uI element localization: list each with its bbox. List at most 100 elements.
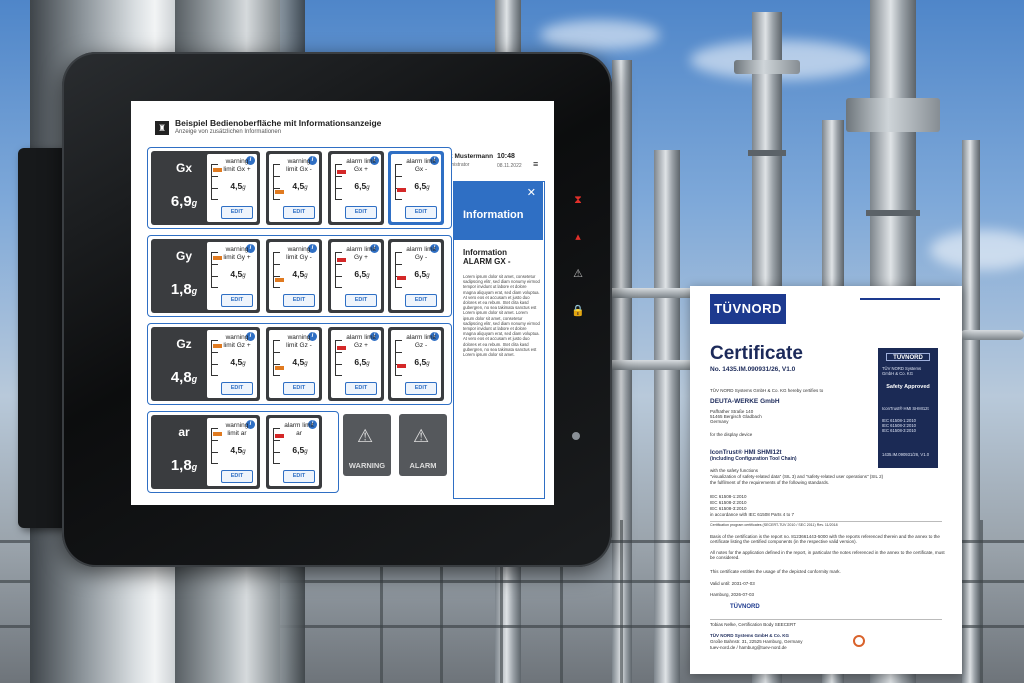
edit-button[interactable]: EDIT	[345, 294, 377, 307]
edit-button[interactable]: EDIT	[345, 382, 377, 395]
axis-value-number: 6,9	[170, 193, 192, 210]
limit-row-gy: Gy 1,8g i warning limit Gy +4,5g EDIT i warnin…	[147, 235, 452, 317]
limit-value: 4,5g	[221, 357, 255, 367]
limit-value-number: 6,5	[292, 445, 305, 455]
close-icon[interactable]: ✕	[527, 186, 536, 199]
certificate-signer: Tobias Nelke, Certification Body SEECERT	[710, 622, 796, 627]
certificate-intro: TÜV NORD Systems GmbH & Co. KG hereby ce…	[710, 388, 824, 393]
seal-logo: TÜVNORD	[886, 353, 930, 361]
limit-tile[interactable]: i warning limit ar 4,5g EDIT	[204, 415, 260, 489]
edit-button[interactable]: EDIT	[283, 206, 315, 219]
divider	[710, 619, 942, 620]
limit-tile-face: i warning limit Gy -4,5g EDIT	[269, 242, 319, 310]
alarm-status-label: ALARM	[409, 461, 437, 470]
limit-value-unit: g	[304, 361, 308, 367]
menu-icon[interactable]: ≡	[533, 159, 538, 169]
limit-value-number: 4,5	[230, 357, 243, 367]
edit-button[interactable]: EDIT	[283, 294, 315, 307]
deuta-logo: ♜	[155, 121, 169, 135]
limit-tile-face: i alarm limit Gy -6,5g EDIT	[391, 242, 441, 310]
seal-line: GmbH & Co. KG	[882, 371, 913, 376]
limit-label: alarm limit Gy +	[346, 246, 376, 261]
certificate-valid: Valid until: 2031-07-03	[710, 581, 755, 586]
certificate-address-line: Germany	[710, 419, 729, 424]
refinery-platform	[734, 60, 800, 74]
certificate-standard: IEC 61508-3:2010	[710, 506, 747, 511]
limit-value: 6,5g	[405, 181, 439, 191]
limit-value-number: 4,5	[292, 357, 305, 367]
limit-tile[interactable]: i alarm limit Gy -6,5g EDIT	[388, 239, 444, 313]
limit-tile[interactable]: i warning limit Gz -4,5g EDIT	[266, 327, 322, 401]
page-title: Beispiel Bedienoberfläche mit Informatio…	[175, 118, 382, 128]
limit-value: 4,5g	[283, 269, 317, 279]
lock-icon[interactable]: 🔒	[568, 301, 588, 321]
railing-post	[620, 520, 623, 683]
edit-button[interactable]: EDIT	[221, 470, 253, 483]
limit-value: 6,5g	[345, 269, 379, 279]
limit-tile[interactable]: i alarm limit Gy +6,5g EDIT	[328, 239, 384, 313]
edit-button[interactable]: EDIT	[221, 382, 253, 395]
limit-tile[interactable]: i alarm limit ar 6,5g EDIT	[266, 415, 322, 489]
limit-tile[interactable]: i alarm limit Gz +6,5g EDIT	[328, 327, 384, 401]
axis-value-unit: g	[191, 462, 198, 472]
refinery-column	[962, 140, 980, 683]
information-panel-header: ✕ Information	[454, 182, 543, 240]
limit-value: 6,5g	[345, 181, 379, 191]
limit-tile[interactable]: i warning limit Gx -4,5g EDIT	[266, 151, 322, 225]
limit-tile[interactable]: i alarm limit Gx -6,5g EDIT	[388, 151, 444, 225]
limit-label: alarm limit Gy -	[406, 246, 436, 261]
edit-button[interactable]: EDIT	[283, 382, 315, 395]
limit-value-unit: g	[426, 273, 430, 279]
railing-post	[980, 520, 983, 683]
hourglass-icon: ⧗	[574, 194, 582, 206]
limit-tile-face: i alarm limit Gy +6,5g EDIT	[331, 242, 381, 310]
limit-value: 6,5g	[405, 269, 439, 279]
limit-value: 6,5g	[345, 357, 379, 367]
edit-button[interactable]: EDIT	[283, 470, 315, 483]
limit-value-number: 4,5	[292, 269, 305, 279]
limit-tile-face: i warning limit Gz -4,5g EDIT	[269, 330, 319, 398]
tablet-side-indicators: ⧗ ▴ ⚠ 🔒	[568, 190, 588, 338]
limit-tile-face: i alarm limit Gz +6,5g EDIT	[331, 330, 381, 398]
limit-value-number: 4,5	[292, 181, 305, 191]
edit-button[interactable]: EDIT	[221, 294, 253, 307]
edit-button[interactable]: EDIT	[405, 206, 437, 219]
limit-value-number: 4,5	[230, 269, 243, 279]
limit-label: alarm limit Gx -	[406, 158, 436, 173]
limit-tile[interactable]: i warning limit Gy +4,5g EDIT	[204, 239, 260, 313]
limit-tile[interactable]: i alarm limit Gz -6,5g EDIT	[388, 327, 444, 401]
signature-logo: TÜVNORD	[730, 604, 760, 610]
certificate-product: IconTrust® HMI SHMI12t	[710, 449, 782, 456]
alarm-icon: ▴	[575, 231, 581, 243]
limit-value-unit: g	[426, 361, 430, 367]
axis-value-number: 1,8	[170, 457, 192, 474]
limit-tile[interactable]: i warning limit Gz +4,5g EDIT	[204, 327, 260, 401]
information-subtitle-line: Information	[463, 248, 507, 257]
warning-icon: ⚠	[413, 426, 430, 446]
tuv-nord-logo: TÜVNORD	[710, 294, 786, 324]
limit-tile-face: i warning limit ar 4,5g EDIT	[207, 418, 257, 486]
certificate-title: Certificate	[710, 343, 803, 364]
axis-value-unit: g	[191, 286, 198, 296]
limit-label: warning limit Gz -	[286, 334, 312, 349]
limit-label: alarm limit Gx +	[346, 158, 376, 173]
edit-button[interactable]: EDIT	[221, 206, 253, 219]
limit-value: 4,5g	[283, 357, 317, 367]
edit-button[interactable]: EDIT	[405, 294, 437, 307]
limit-value-unit: g	[304, 273, 308, 279]
information-subtitle-line: ALARM GX -	[463, 257, 511, 266]
certificate-standard: IEC 61508-2:2010	[710, 500, 747, 505]
limit-value: 6,5g	[405, 357, 439, 367]
refinery-column	[654, 150, 680, 683]
limit-tile[interactable]: i warning limit Gy -4,5g EDIT	[266, 239, 322, 313]
limit-tile[interactable]: i warning limit Gx +4,5g EDIT	[204, 151, 260, 225]
edit-button[interactable]: EDIT	[345, 206, 377, 219]
limit-value-unit: g	[242, 449, 246, 455]
certificate-company: DEUTA-WERKE GmbH	[710, 398, 780, 405]
limit-tile[interactable]: i alarm limit Gx +6,5g EDIT	[328, 151, 384, 225]
edit-button[interactable]: EDIT	[405, 382, 437, 395]
limit-label: alarm limit ar	[284, 422, 314, 437]
certificate-number: No. 1435.IM.090931/26, V1.0	[710, 366, 796, 373]
axis-value-number: 4,8	[170, 369, 192, 386]
certificate-program: Certification program certificates (SECE…	[710, 523, 838, 527]
